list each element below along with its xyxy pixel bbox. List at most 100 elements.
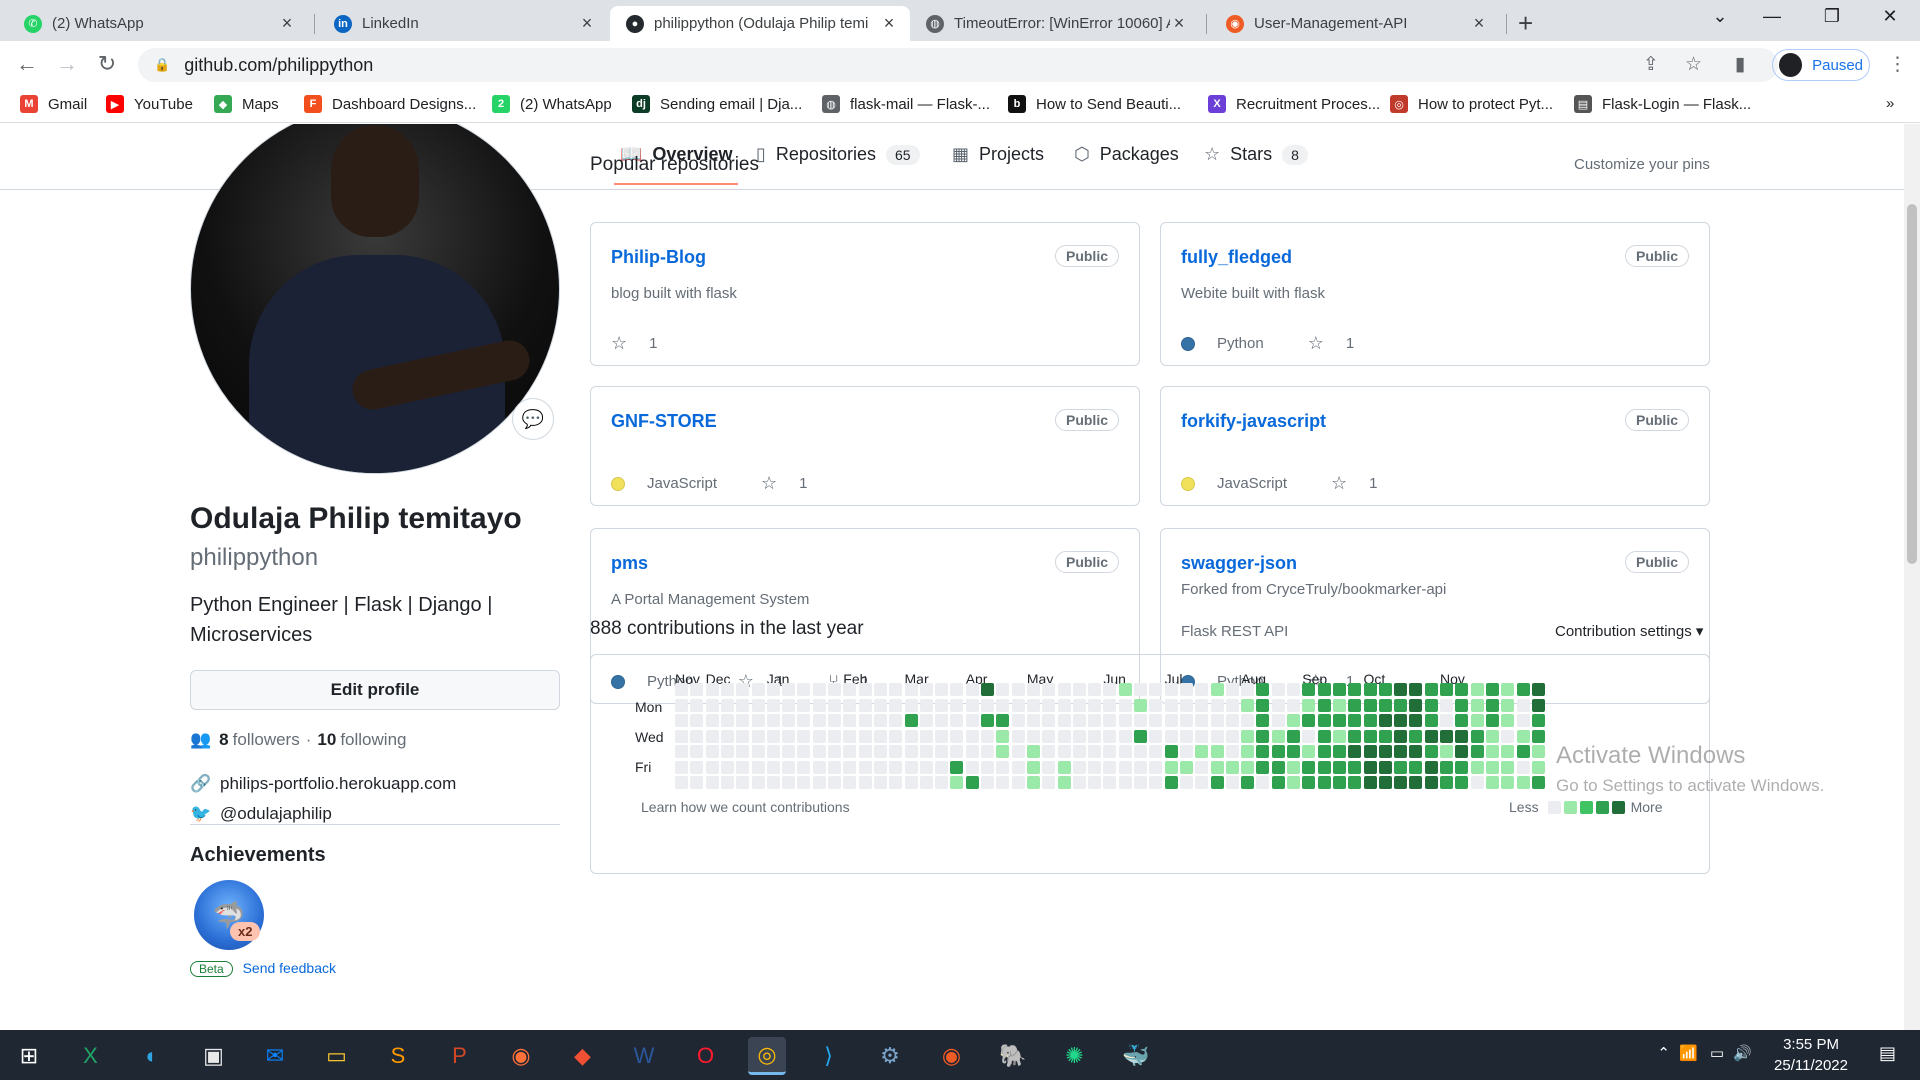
contribution-day[interactable] [996,729,1010,743]
contribution-day[interactable] [1317,698,1331,712]
contribution-day[interactable] [1026,776,1040,789]
contribution-day[interactable] [1470,729,1484,743]
contribution-day[interactable] [996,714,1010,727]
contribution-day[interactable] [889,729,903,743]
contribution-day[interactable] [1455,776,1469,789]
contribution-day[interactable] [1241,776,1255,789]
contribution-day[interactable] [1179,776,1193,789]
volume-icon[interactable]: 🔊 [1733,1044,1752,1062]
contribution-day[interactable] [1164,760,1178,774]
contribution-day[interactable] [981,729,994,743]
contribution-day[interactable] [1348,698,1362,712]
bookmark-item[interactable]: X Recruitment Proces... [1208,95,1380,113]
contribution-day[interactable] [736,698,750,712]
repo-name-link[interactable]: GNF-STORE [611,411,717,432]
postman-icon[interactable]: ◉ [933,1037,971,1075]
contribution-day[interactable] [1455,683,1469,696]
contribution-day[interactable] [1026,760,1040,774]
contribution-day[interactable] [1225,760,1239,774]
contribution-day[interactable] [919,760,933,774]
contribution-day[interactable] [1256,714,1270,727]
contribution-day[interactable] [1241,714,1255,727]
contribution-day[interactable] [904,760,918,774]
contribution-day[interactable] [1409,760,1423,774]
contribution-day[interactable] [1363,776,1377,789]
chrome-menu-icon[interactable]: ⋮ [1888,53,1907,76]
contribution-day[interactable] [1011,698,1025,712]
contribution-day[interactable] [1241,683,1255,696]
contribution-day[interactable] [1118,745,1132,758]
close-icon[interactable]: × [1170,13,1188,34]
contribution-day[interactable] [1485,683,1499,696]
contribution-day[interactable] [1225,729,1239,743]
contribution-day[interactable] [1256,683,1270,696]
contribution-day[interactable] [1179,698,1193,712]
contribution-day[interactable] [1042,745,1056,758]
contribution-day[interactable] [675,776,688,789]
contribution-day[interactable] [812,776,826,789]
contribution-day[interactable] [736,776,750,789]
contribution-day[interactable] [1164,714,1178,727]
learn-contributions-link[interactable]: Learn how we count contributions [641,799,850,815]
contribution-day[interactable] [996,683,1010,696]
contribution-day[interactable] [1302,729,1316,743]
contribution-day[interactable] [1531,698,1545,712]
contribution-day[interactable] [1057,729,1071,743]
contribution-day[interactable] [828,760,841,774]
contribution-day[interactable] [690,760,704,774]
contribution-day[interactable] [1057,776,1071,789]
contribution-day[interactable] [919,729,933,743]
contribution-day[interactable] [1485,729,1499,743]
contribution-day[interactable] [889,698,903,712]
contribution-day[interactable] [812,714,826,727]
contribution-day[interactable] [1134,776,1147,789]
contribution-day[interactable] [1287,714,1300,727]
contribution-day[interactable] [843,745,857,758]
contribution-day[interactable] [873,729,887,743]
contribution-day[interactable] [766,698,780,712]
following-link[interactable]: following [340,730,406,750]
tab-search-icon[interactable]: ⌄ [1700,6,1740,27]
contribution-day[interactable] [1455,729,1469,743]
contribution-day[interactable] [1225,714,1239,727]
contribution-day[interactable] [797,698,811,712]
bookmark-item[interactable]: dj Sending email | Dja... [632,95,802,113]
close-icon[interactable]: × [578,13,596,34]
contribution-day[interactable] [1118,714,1132,727]
page-scrollbar[interactable] [1904,124,1920,1030]
contribution-day[interactable] [1485,698,1499,712]
contribution-day[interactable] [1195,776,1209,789]
contribution-day[interactable] [1378,698,1392,712]
contribution-day[interactable] [996,698,1010,712]
contribution-day[interactable] [705,760,719,774]
contribution-day[interactable] [1225,745,1239,758]
contribution-day[interactable] [1026,729,1040,743]
contribution-day[interactable] [1210,760,1224,774]
contribution-day[interactable] [1424,776,1438,789]
contribution-day[interactable] [1042,714,1056,727]
contribution-day[interactable] [843,776,857,789]
contribution-day[interactable] [1455,760,1469,774]
contribution-day[interactable] [1118,698,1132,712]
contribution-day[interactable] [1241,698,1255,712]
file-explorer-icon[interactable]: ▭ [318,1037,356,1075]
contribution-day[interactable] [1378,760,1392,774]
contribution-day[interactable] [1134,729,1147,743]
contribution-day[interactable] [935,729,949,743]
contribution-day[interactable] [1118,729,1132,743]
contribution-day[interactable] [1164,698,1178,712]
bookmark-item[interactable]: ▶ YouTube [106,95,193,113]
contribution-day[interactable] [1348,714,1362,727]
followers-link[interactable]: followers [233,730,300,750]
contribution-day[interactable] [1287,683,1300,696]
contribution-day[interactable] [1348,760,1362,774]
contribution-day[interactable] [1088,714,1102,727]
contribution-day[interactable] [843,729,857,743]
contribution-day[interactable] [1026,683,1040,696]
bookmark-item[interactable]: ▤ Flask-Login — Flask... [1574,95,1751,113]
contribution-day[interactable] [1134,698,1147,712]
contribution-day[interactable] [1378,714,1392,727]
contribution-day[interactable] [1149,760,1163,774]
new-tab-icon[interactable]: + [1518,8,1533,39]
contribution-day[interactable] [1424,760,1438,774]
